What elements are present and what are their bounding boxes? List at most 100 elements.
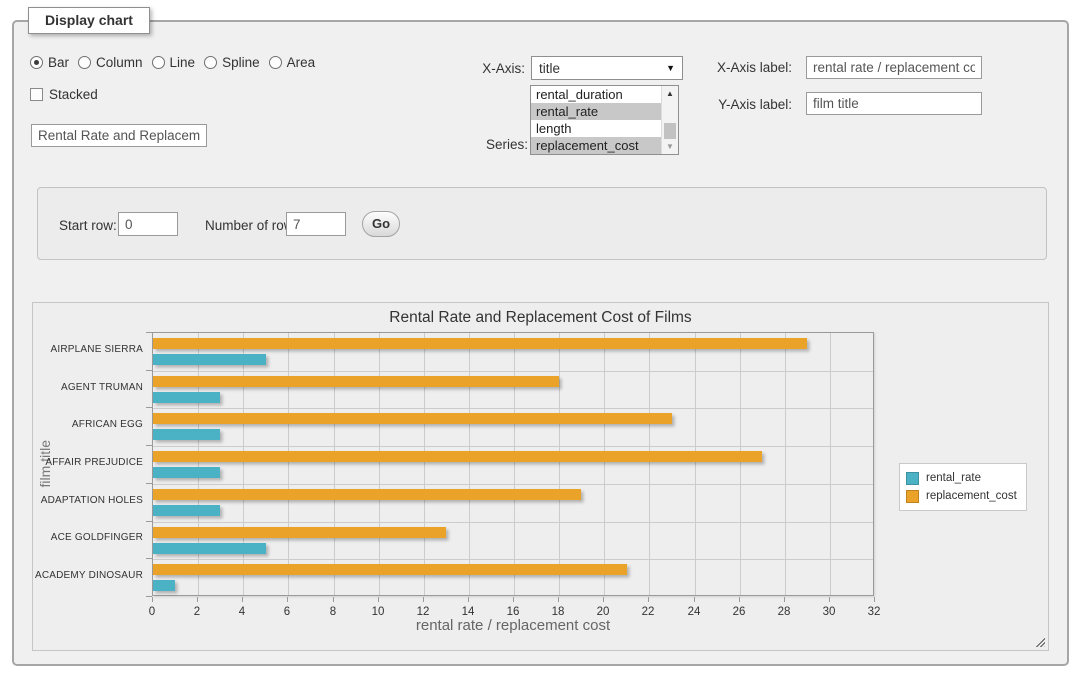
series-options: rental_durationrental_ratelengthreplacem… bbox=[531, 86, 678, 154]
x-axis-label-field-label: X-Axis label: bbox=[700, 60, 792, 75]
x-tick-mark-4 bbox=[242, 597, 243, 602]
x-tick-mark-14 bbox=[468, 597, 469, 602]
radio-bar[interactable] bbox=[30, 56, 43, 69]
x-tick-mark-22 bbox=[648, 597, 649, 602]
resize-handle-icon[interactable] bbox=[1034, 636, 1045, 647]
category-label-airplane-sierra: AIRPLANE SIERRA bbox=[33, 344, 143, 355]
radio-label-line: Line bbox=[170, 55, 196, 70]
y-tick-mark-0 bbox=[146, 332, 152, 333]
x-tick-mark-24 bbox=[694, 597, 695, 602]
series-option-replacement_cost[interactable]: replacement_cost bbox=[531, 137, 661, 154]
bar-rental_rate-adaptation-holes bbox=[153, 505, 220, 516]
scroll-down-icon[interactable]: ▼ bbox=[662, 139, 678, 154]
gridline-x-18 bbox=[559, 333, 560, 595]
bar-replacement_cost-agent-truman bbox=[153, 376, 559, 387]
gridline-x-8 bbox=[334, 333, 335, 595]
scroll-up-icon[interactable]: ▲ bbox=[662, 86, 678, 101]
radio-label-column: Column bbox=[96, 55, 143, 70]
stacked-checkbox-row[interactable]: Stacked bbox=[30, 87, 98, 102]
x-tick-mark-32 bbox=[874, 597, 875, 602]
start-row-input[interactable] bbox=[118, 212, 178, 236]
gridline-x-6 bbox=[288, 333, 289, 595]
gridline-x-4 bbox=[243, 333, 244, 595]
gridline-category-boundary bbox=[153, 559, 873, 560]
y-axis-label-input[interactable] bbox=[806, 92, 982, 115]
bar-replacement_cost-african-egg bbox=[153, 413, 672, 424]
chart-type-option-line[interactable]: Line bbox=[152, 55, 196, 70]
row-controls-box bbox=[37, 187, 1047, 260]
chart-type-radios: Bar Column Line Spline Area bbox=[30, 55, 315, 70]
radio-label-spline: Spline bbox=[222, 55, 260, 70]
y-tick-mark-2 bbox=[146, 407, 152, 408]
legend-row-rental_rate: rental_rate bbox=[906, 469, 1017, 487]
gridline-category-boundary bbox=[153, 522, 873, 523]
radio-line[interactable] bbox=[152, 56, 165, 69]
y-axis-label-field-label: Y-Axis label: bbox=[700, 97, 792, 112]
y-tick-mark-6 bbox=[146, 558, 152, 559]
x-tick-mark-0 bbox=[152, 597, 153, 602]
radio-spline[interactable] bbox=[204, 56, 217, 69]
x-tick-mark-26 bbox=[739, 597, 740, 602]
radio-dot bbox=[34, 60, 39, 65]
y-tick-mark-4 bbox=[146, 483, 152, 484]
gridline-x-16 bbox=[514, 333, 515, 595]
x-tick-mark-2 bbox=[197, 597, 198, 602]
radio-label-area: Area bbox=[287, 55, 316, 70]
series-option-length[interactable]: length bbox=[531, 120, 661, 137]
gridline-x-28 bbox=[785, 333, 786, 595]
category-label-adaptation-holes: ADAPTATION HOLES bbox=[33, 495, 143, 506]
gridline-x-30 bbox=[830, 333, 831, 595]
gridline-x-10 bbox=[379, 333, 380, 595]
gridline-category-boundary bbox=[153, 446, 873, 447]
x-tick-mark-16 bbox=[513, 597, 514, 602]
scrollbar-thumb[interactable] bbox=[664, 123, 676, 139]
gridline-category-boundary bbox=[153, 484, 873, 485]
y-tick-mark-3 bbox=[146, 445, 152, 446]
category-label-affair-prejudice: AFFAIR PREJUDICE bbox=[33, 457, 143, 468]
y-tick-mark-7 bbox=[146, 596, 152, 597]
chart-container: Rental Rate and Replacement Cost of Film… bbox=[32, 302, 1049, 651]
series-option-rental_rate[interactable]: rental_rate bbox=[531, 103, 661, 120]
go-button[interactable]: Go bbox=[362, 211, 400, 237]
chart-type-option-area[interactable]: Area bbox=[269, 55, 316, 70]
series-listbox-label: Series: bbox=[455, 137, 528, 152]
plot-area bbox=[152, 332, 874, 596]
radio-area[interactable] bbox=[269, 56, 282, 69]
series-listbox[interactable]: rental_durationrental_ratelengthreplacem… bbox=[530, 85, 679, 155]
gridline-x-26 bbox=[740, 333, 741, 595]
number-of-rows-input[interactable] bbox=[286, 212, 346, 236]
chart-title: Rental Rate and Replacement Cost of Film… bbox=[33, 309, 1048, 327]
gridline-x-22 bbox=[649, 333, 650, 595]
chart-type-option-spline[interactable]: Spline bbox=[204, 55, 260, 70]
x-tick-mark-8 bbox=[333, 597, 334, 602]
chart-type-option-column[interactable]: Column bbox=[78, 55, 143, 70]
x-axis-title: rental rate / replacement cost bbox=[152, 617, 874, 634]
y-tick-mark-1 bbox=[146, 370, 152, 371]
chart-type-option-bar[interactable]: Bar bbox=[30, 55, 69, 70]
stacked-checkbox[interactable] bbox=[30, 88, 43, 101]
panel-legend-title: Display chart bbox=[28, 7, 150, 34]
gridline-x-12 bbox=[424, 333, 425, 595]
x-tick-mark-30 bbox=[829, 597, 830, 602]
gridline-x-20 bbox=[604, 333, 605, 595]
x-tick-mark-10 bbox=[378, 597, 379, 602]
x-tick-mark-20 bbox=[603, 597, 604, 602]
gridline-x-14 bbox=[469, 333, 470, 595]
bar-rental_rate-ace-goldfinger bbox=[153, 543, 266, 554]
legend-swatch-rental_rate bbox=[906, 472, 919, 485]
chart-title-input[interactable] bbox=[31, 124, 207, 147]
gridline-category-boundary bbox=[153, 371, 873, 372]
category-label-ace-goldfinger: ACE GOLDFINGER bbox=[33, 532, 143, 543]
bar-rental_rate-agent-truman bbox=[153, 392, 220, 403]
legend-row-replacement_cost: replacement_cost bbox=[906, 487, 1017, 505]
bar-replacement_cost-ace-goldfinger bbox=[153, 527, 446, 538]
category-label-academy-dinosaur: ACADEMY DINOSAUR bbox=[33, 570, 143, 581]
x-axis-label-input[interactable] bbox=[806, 56, 982, 79]
series-option-rental_duration[interactable]: rental_duration bbox=[531, 86, 661, 103]
x-axis-select-label: X-Axis: bbox=[455, 61, 525, 76]
gridline-x-2 bbox=[198, 333, 199, 595]
radio-column[interactable] bbox=[78, 56, 91, 69]
x-axis-select[interactable]: title ▼ bbox=[531, 56, 683, 80]
bar-replacement_cost-adaptation-holes bbox=[153, 489, 581, 500]
series-scrollbar[interactable]: ▲ ▼ bbox=[661, 86, 678, 154]
